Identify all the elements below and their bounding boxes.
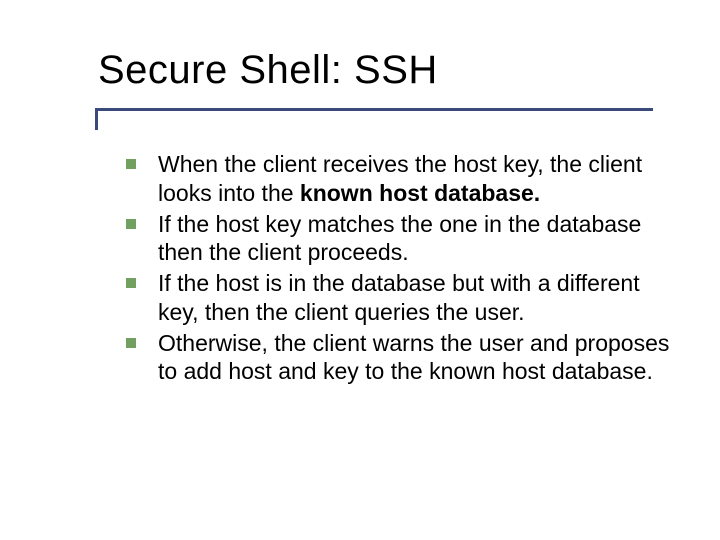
slide-title: Secure Shell: SSH	[98, 48, 438, 93]
title-underline	[98, 108, 653, 111]
text-run: Otherwise, the client warns the user and…	[158, 330, 669, 385]
list-item: If the host key matches the one in the d…	[126, 210, 672, 268]
square-bullet-icon	[126, 159, 136, 169]
list-item-text: If the host key matches the one in the d…	[158, 210, 672, 268]
slide-body: When the client receives the host key, t…	[126, 150, 672, 388]
text-bold: known host database.	[300, 180, 540, 206]
square-bullet-icon	[126, 338, 136, 348]
square-bullet-icon	[126, 219, 136, 229]
title-underline-arm	[95, 108, 98, 130]
text-run: If the host key matches the one in the d…	[158, 211, 641, 266]
text-run: If the host is in the database but with …	[158, 270, 640, 325]
list-item: When the client receives the host key, t…	[126, 150, 672, 208]
list-item-text: When the client receives the host key, t…	[158, 150, 672, 208]
square-bullet-icon	[126, 278, 136, 288]
list-item: Otherwise, the client warns the user and…	[126, 329, 672, 387]
list-item-text: If the host is in the database but with …	[158, 269, 672, 327]
list-item-text: Otherwise, the client warns the user and…	[158, 329, 672, 387]
slide: Secure Shell: SSH When the client receiv…	[0, 0, 720, 540]
list-item: If the host is in the database but with …	[126, 269, 672, 327]
